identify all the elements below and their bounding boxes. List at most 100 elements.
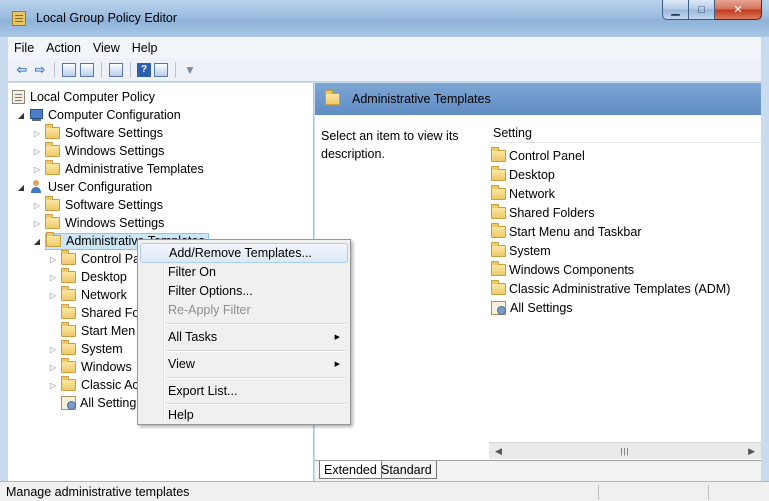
menu-item-add-remove-templates[interactable]: Add/Remove Templates... bbox=[140, 243, 348, 263]
list-item-windows-components[interactable]: Windows Components bbox=[491, 260, 634, 279]
expand-arrow-icon[interactable]: ▷ bbox=[32, 129, 42, 138]
folder-icon bbox=[45, 124, 60, 139]
list-item-label: Desktop bbox=[509, 167, 555, 182]
folder-icon bbox=[61, 322, 76, 337]
tree-item-label: Local Computer Policy bbox=[30, 90, 156, 104]
status-divider bbox=[598, 485, 599, 500]
list-item-start-menu[interactable]: Start Menu and Taskbar bbox=[491, 222, 641, 241]
list-item-label: Network bbox=[509, 186, 555, 201]
tree-item-label: Windows bbox=[81, 360, 132, 374]
tree-item-user-windows-settings[interactable]: ▷ Windows Settings bbox=[32, 214, 164, 232]
tree-item-network[interactable]: ▷ Network bbox=[48, 286, 127, 304]
tree-item-windows-settings[interactable]: ▷ Windows Settings bbox=[32, 142, 164, 160]
menu-item-label: All Tasks bbox=[168, 330, 218, 344]
tree-item-computer-configuration[interactable]: ◢ Computer Configuration bbox=[16, 106, 181, 124]
back-arrow-icon[interactable]: ⇦ bbox=[14, 62, 30, 78]
maximize-icon: □ bbox=[698, 3, 705, 16]
expand-arrow-icon[interactable]: ▷ bbox=[32, 165, 42, 174]
show-hide-tree-icon[interactable] bbox=[80, 62, 94, 77]
folder-icon bbox=[325, 90, 340, 105]
tree-item-local-computer-policy[interactable]: Local Computer Policy bbox=[12, 88, 155, 106]
window-title: Local Group Policy Editor bbox=[36, 11, 178, 25]
expand-arrow-icon[interactable]: ▷ bbox=[32, 201, 42, 210]
menu-file[interactable]: File bbox=[8, 41, 40, 55]
tree-item-system[interactable]: ▷ System bbox=[48, 340, 123, 358]
tree-item-desktop[interactable]: ▷ Desktop bbox=[48, 268, 127, 286]
expand-arrow-icon[interactable]: ▷ bbox=[48, 363, 58, 372]
list-item-classic-admin[interactable]: Classic Administrative Templates (ADM) bbox=[491, 279, 730, 298]
menu-item-view[interactable]: View ▶ bbox=[140, 354, 348, 374]
tree-item-user-configuration[interactable]: ◢ User Configuration bbox=[16, 178, 152, 196]
menu-help[interactable]: Help bbox=[126, 41, 164, 55]
folder-icon bbox=[61, 358, 76, 373]
tree-item-start-menu[interactable]: Start Men bbox=[61, 322, 135, 340]
menu-item-label: View bbox=[168, 357, 195, 371]
tree-item-shared-folders[interactable]: Shared Fo bbox=[61, 304, 139, 322]
list-item-control-panel[interactable]: Control Panel bbox=[491, 146, 585, 165]
forward-arrow-icon[interactable]: ⇨ bbox=[32, 62, 48, 78]
tree-item-label: Network bbox=[81, 288, 127, 302]
scroll-right-icon[interactable]: ▶ bbox=[748, 446, 755, 457]
filter-icon[interactable]: ▼ bbox=[182, 62, 198, 78]
export-list-icon[interactable] bbox=[109, 62, 123, 77]
list-item-shared-folders[interactable]: Shared Folders bbox=[491, 203, 594, 222]
list-item-system[interactable]: System bbox=[491, 241, 551, 260]
scroll-left-icon[interactable]: ◀ bbox=[495, 446, 502, 457]
list-item-network[interactable]: Network bbox=[491, 184, 555, 203]
list-item-desktop[interactable]: Desktop bbox=[491, 165, 555, 184]
expand-arrow-icon[interactable]: ▷ bbox=[48, 345, 58, 354]
menu-item-filter-options[interactable]: Filter Options... bbox=[140, 281, 348, 301]
all-settings-icon bbox=[491, 300, 506, 315]
menu-item-filter-on[interactable]: Filter On bbox=[140, 262, 348, 282]
menu-separator bbox=[166, 323, 346, 324]
collapse-arrow-icon[interactable]: ◢ bbox=[16, 183, 26, 192]
expand-arrow-icon[interactable]: ▷ bbox=[48, 273, 58, 282]
tree-item-software-settings[interactable]: ▷ Software Settings bbox=[32, 124, 163, 142]
folder-icon bbox=[45, 142, 60, 157]
list-item-all-settings[interactable]: All Settings bbox=[491, 298, 573, 317]
tree-item-all-settings[interactable]: All Setting bbox=[61, 394, 136, 412]
collapse-arrow-icon[interactable]: ◢ bbox=[16, 111, 26, 120]
expand-arrow-icon[interactable]: ▷ bbox=[48, 255, 58, 264]
toolbar-separator bbox=[130, 61, 131, 78]
scroll-grip-icon[interactable]: ||| bbox=[620, 447, 629, 456]
view-tabs: Extended Standard bbox=[315, 460, 761, 481]
expand-arrow-icon[interactable]: ▷ bbox=[48, 291, 58, 300]
tree-item-administrative-templates[interactable]: ▷ Administrative Templates bbox=[32, 160, 204, 178]
expand-arrow-icon[interactable]: ▷ bbox=[32, 219, 42, 228]
title-bar[interactable]: Local Group Policy Editor ▁ □ ✕ bbox=[0, 0, 769, 37]
tree-item-windows-components[interactable]: ▷ Windows bbox=[48, 358, 132, 376]
tree-item-classic-admin[interactable]: ▷ Classic Ac bbox=[48, 376, 139, 394]
column-header-setting[interactable]: Setting bbox=[489, 123, 761, 143]
folder-icon bbox=[61, 286, 76, 301]
settings-list[interactable]: Setting Control Panel Desktop Network Sh… bbox=[489, 123, 761, 437]
up-folder-icon[interactable] bbox=[62, 62, 76, 77]
expand-arrow-icon[interactable]: ▷ bbox=[32, 147, 42, 156]
maximize-button[interactable]: □ bbox=[689, 0, 715, 20]
tree-item-user-software-settings[interactable]: ▷ Software Settings bbox=[32, 196, 163, 214]
tree-item-label: Desktop bbox=[81, 270, 127, 284]
menu-view[interactable]: View bbox=[87, 41, 126, 55]
caption-buttons: ▁ □ ✕ bbox=[662, 0, 762, 20]
minimize-button[interactable]: ▁ bbox=[662, 0, 689, 20]
menu-item-export-list[interactable]: Export List... bbox=[140, 381, 348, 401]
tab-extended[interactable]: Extended bbox=[319, 461, 382, 479]
tab-standard[interactable]: Standard bbox=[377, 461, 437, 479]
collapse-arrow-icon[interactable]: ◢ bbox=[32, 237, 42, 246]
minimize-icon: ▁ bbox=[671, 4, 680, 16]
folder-icon bbox=[61, 304, 76, 319]
horizontal-scrollbar[interactable]: ◀ ||| ▶ bbox=[489, 442, 761, 459]
folder-icon bbox=[61, 268, 76, 283]
tree-item-control-panel[interactable]: ▷ Control Pa bbox=[48, 250, 140, 268]
menu-item-all-tasks[interactable]: All Tasks ▶ bbox=[140, 327, 348, 347]
description-text: Select an item to view its description. bbox=[321, 129, 459, 161]
help-icon[interactable]: ? bbox=[137, 62, 151, 77]
close-button[interactable]: ✕ bbox=[715, 0, 762, 20]
folder-icon bbox=[491, 279, 506, 295]
menu-bar: File Action View Help bbox=[8, 37, 761, 58]
menu-action[interactable]: Action bbox=[40, 41, 87, 55]
status-divider bbox=[708, 485, 709, 500]
properties-icon[interactable] bbox=[154, 62, 168, 77]
expand-arrow-icon[interactable]: ▷ bbox=[48, 381, 58, 390]
menu-item-help[interactable]: Help bbox=[140, 405, 348, 425]
